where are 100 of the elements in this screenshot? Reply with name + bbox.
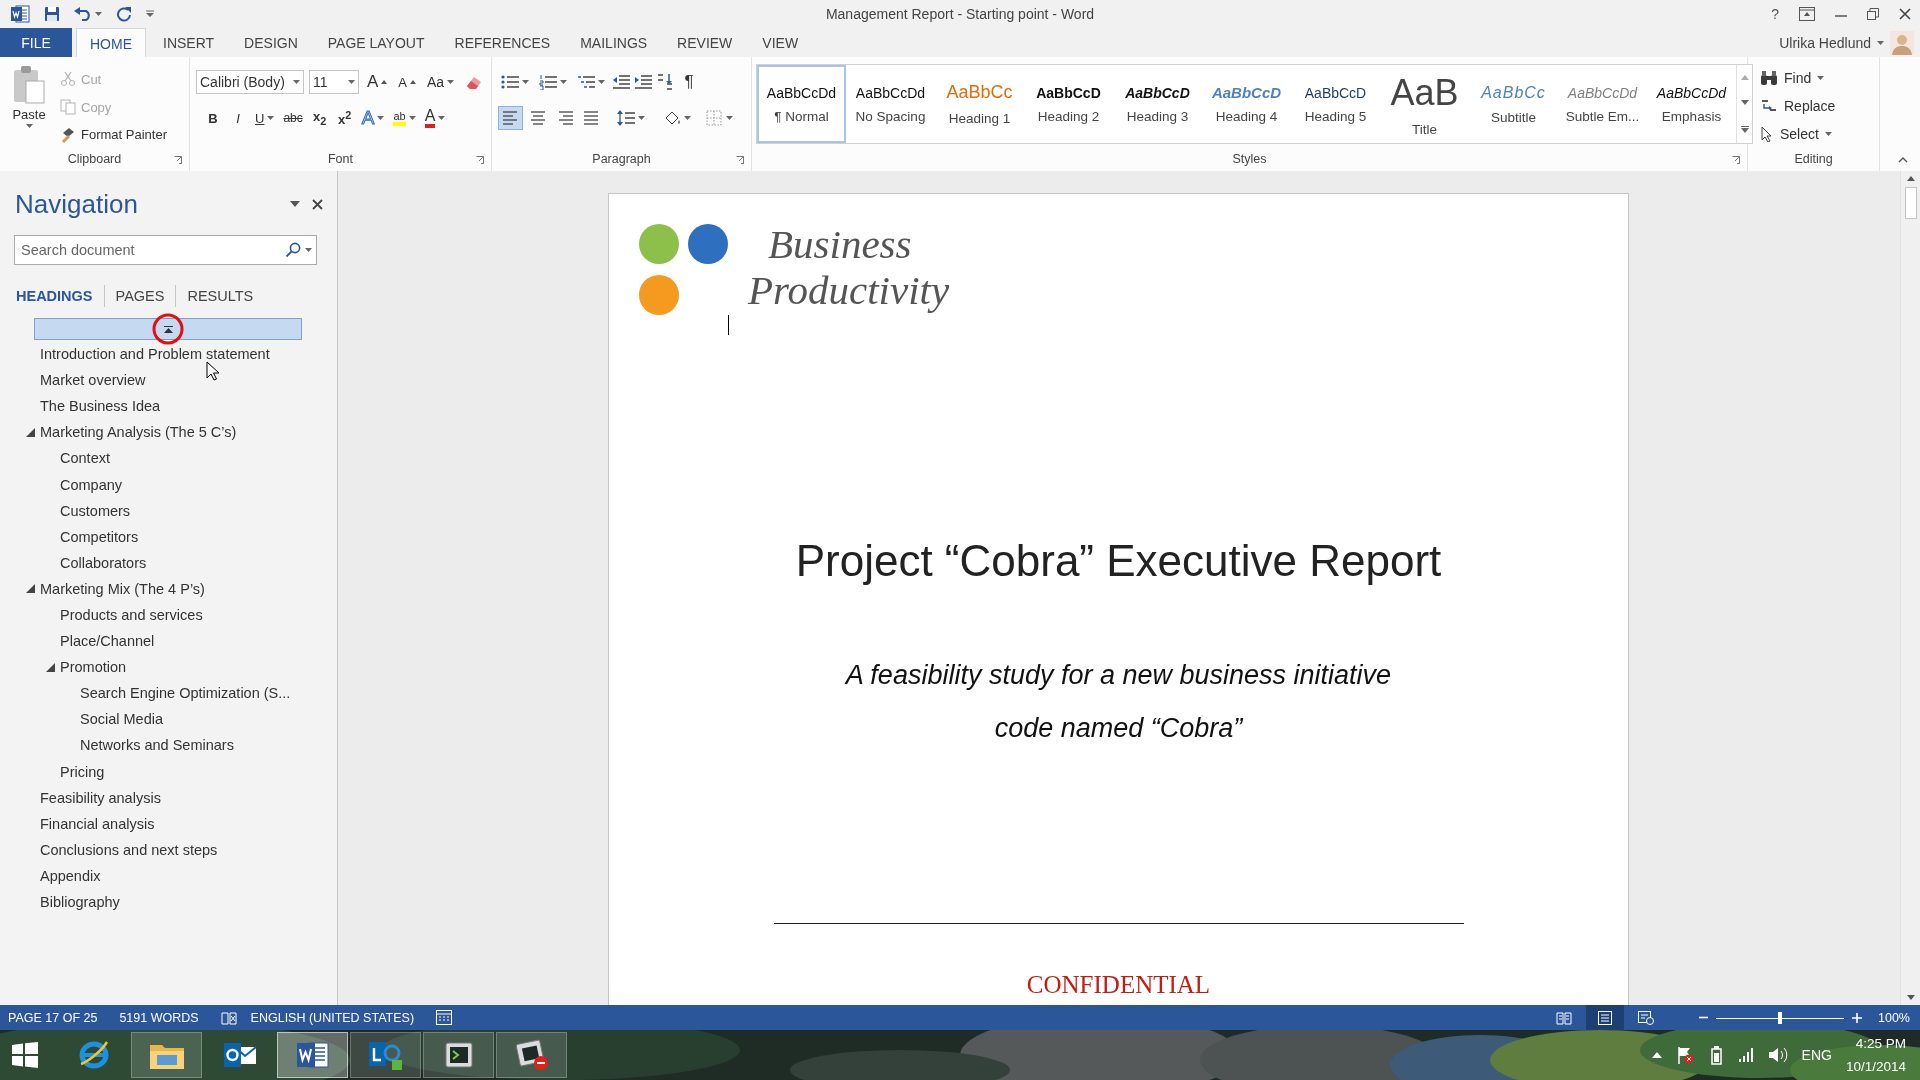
heading-item[interactable]: Products and services [0, 601, 337, 629]
decrease-indent-icon[interactable] [612, 74, 630, 90]
macro-record-icon[interactable] [436, 1010, 453, 1025]
paste-button[interactable]: Paste [4, 63, 54, 147]
word-count[interactable]: 5191 WORDS [119, 1010, 199, 1025]
scrollbar-thumb[interactable] [1904, 187, 1917, 219]
superscript-button[interactable]: x$^{2}$ [333, 106, 356, 130]
heading-item[interactable]: Feasibility analysis [0, 784, 337, 811]
style-item[interactable]: AaBbCc Heading 1 [935, 65, 1024, 143]
heading-item[interactable]: Place/Channel [0, 628, 337, 655]
font-color-button[interactable]: A [421, 106, 449, 130]
style-item[interactable]: AaBbCcD Heading 4 [1202, 65, 1291, 143]
page-count[interactable]: PAGE 17 OF 25 [8, 1010, 98, 1025]
heading-item[interactable]: Marketing Analysis (The 5 C’s) [0, 419, 337, 446]
signal-icon[interactable] [1737, 1047, 1754, 1063]
selected-heading-bar[interactable] [34, 318, 302, 340]
word-app-icon[interactable] [10, 4, 30, 24]
heading-item[interactable]: The Business Idea [0, 393, 337, 420]
ribbon-tab[interactable]: VIEW [749, 28, 812, 57]
subscript-button[interactable]: x$_{2}$ [308, 106, 331, 130]
heading-item[interactable]: Financial analysis [0, 810, 337, 837]
select-button[interactable]: Select [1760, 121, 1836, 147]
heading-item[interactable]: Conclusions and next steps [0, 836, 337, 863]
style-item[interactable]: AaBbCcDd Emphasis [1647, 65, 1736, 143]
close-icon[interactable] [312, 198, 323, 210]
style-item[interactable]: AaBbCcDd No Spacing [846, 65, 935, 143]
proofing-icon[interactable] [220, 1010, 237, 1025]
file-tab[interactable]: FILE [0, 28, 72, 57]
shrink-font-button[interactable]: A [395, 70, 419, 94]
grow-font-button[interactable]: A [364, 70, 391, 94]
style-item[interactable]: AaBbCcD Heading 2 [1024, 65, 1113, 143]
ribbon-tab[interactable]: INSERT [150, 28, 228, 57]
heading-item[interactable]: Context [0, 445, 337, 472]
heading-item[interactable]: Search Engine Optimization (S... [0, 680, 337, 707]
clock[interactable]: 4:25 PM 10/1/2014 [1845, 1033, 1906, 1077]
language-indicator[interactable]: ENGLISH (UNITED STATES) [250, 1010, 415, 1025]
customize-toolbar-icon[interactable] [146, 10, 154, 18]
italic-button[interactable]: I [227, 106, 249, 130]
heading-item[interactable]: Company [0, 471, 337, 498]
action-center-icon[interactable] [1675, 1046, 1694, 1064]
redo-icon[interactable] [116, 6, 132, 22]
strikethrough-button[interactable]: abc [280, 106, 306, 130]
underline-button[interactable]: U [252, 106, 278, 130]
show-hidden-icons-icon[interactable] [1651, 1052, 1662, 1058]
heading-item[interactable]: Customers [0, 497, 337, 524]
pane-options-icon[interactable] [290, 201, 300, 207]
taskbar-button[interactable] [277, 1032, 348, 1078]
bold-button[interactable]: B [202, 106, 224, 130]
search-icon[interactable] [285, 242, 301, 258]
account-name[interactable]: Ulrika Hedlund [1779, 34, 1871, 51]
expand-toggle-icon[interactable] [45, 662, 55, 672]
heading-item[interactable]: Collaborators [0, 549, 337, 576]
ribbon-tab[interactable]: MAILINGS [567, 28, 661, 57]
pane-tab[interactable]: RESULTS [175, 285, 265, 307]
dialog-launcher-icon[interactable] [1732, 156, 1740, 164]
replace-button[interactable]: Replace [1760, 93, 1836, 119]
style-item[interactable]: AaB Title [1380, 65, 1469, 143]
heading-item[interactable]: Marketing Mix (The 4 P’s) [0, 575, 337, 602]
undo-icon[interactable] [74, 7, 92, 21]
restore-icon[interactable] [1867, 8, 1879, 20]
highlight-button[interactable]: ab [390, 106, 419, 130]
taskbar-button[interactable] [423, 1032, 494, 1078]
ribbon-tab[interactable]: DESIGN [231, 28, 311, 57]
heading-item[interactable]: Introduction and Problem statement [0, 341, 337, 368]
zoom-slider[interactable] [1716, 1011, 1844, 1024]
style-item[interactable]: AaBbCcD Heading 5 [1291, 65, 1380, 143]
show-marks-button[interactable]: ¶ [678, 70, 700, 94]
volume-icon[interactable] [1767, 1046, 1788, 1064]
heading-item[interactable]: Networks and Seminars [0, 732, 337, 759]
font-name-field[interactable]: Calibri (Body) [196, 70, 304, 94]
heading-item[interactable]: Appendix [0, 862, 337, 889]
heading-item[interactable]: Promotion [0, 654, 337, 681]
style-item[interactable]: AaBbCcD Heading 3 [1113, 65, 1202, 143]
format-painter-button[interactable]: Format Painter [60, 122, 167, 147]
help-button[interactable]: ? [1771, 6, 1779, 22]
pane-tab[interactable]: HEADINGS [16, 285, 104, 307]
dialog-launcher-icon[interactable] [736, 156, 744, 164]
save-icon[interactable] [44, 6, 60, 22]
ribbon-tab[interactable]: REVIEW [664, 28, 746, 57]
start-icon[interactable] [12, 1042, 38, 1068]
ribbon-tab[interactable]: REFERENCES [441, 28, 564, 57]
style-item[interactable]: AaBbCcDd Subtle Em... [1558, 65, 1647, 143]
heading-item[interactable]: Market overview [0, 367, 337, 394]
heading-item[interactable]: Social Media [0, 706, 337, 733]
style-item[interactable]: AaBbCcDd ¶ Normal [757, 65, 846, 143]
scroll-up-icon[interactable] [1906, 176, 1915, 181]
search-field[interactable]: Search document [14, 235, 317, 265]
heading-item[interactable]: Bibliography [0, 888, 337, 916]
align-left-button[interactable] [498, 106, 523, 130]
change-case-button[interactable]: Aa [424, 70, 458, 94]
expand-toggle-icon[interactable] [25, 584, 35, 594]
collapse-ribbon-icon[interactable] [1898, 157, 1908, 163]
zoom-in-icon[interactable] [1852, 1012, 1862, 1023]
print-view-button[interactable] [1586, 1005, 1624, 1030]
close-icon[interactable] [1899, 8, 1911, 20]
gallery-down-icon[interactable] [1740, 100, 1749, 106]
scroll-down-icon[interactable] [1906, 995, 1915, 1000]
zoom-slider-thumb[interactable] [1778, 1011, 1782, 1024]
taskbar-button[interactable] [496, 1032, 567, 1078]
search-input[interactable]: Search document [19, 241, 281, 259]
